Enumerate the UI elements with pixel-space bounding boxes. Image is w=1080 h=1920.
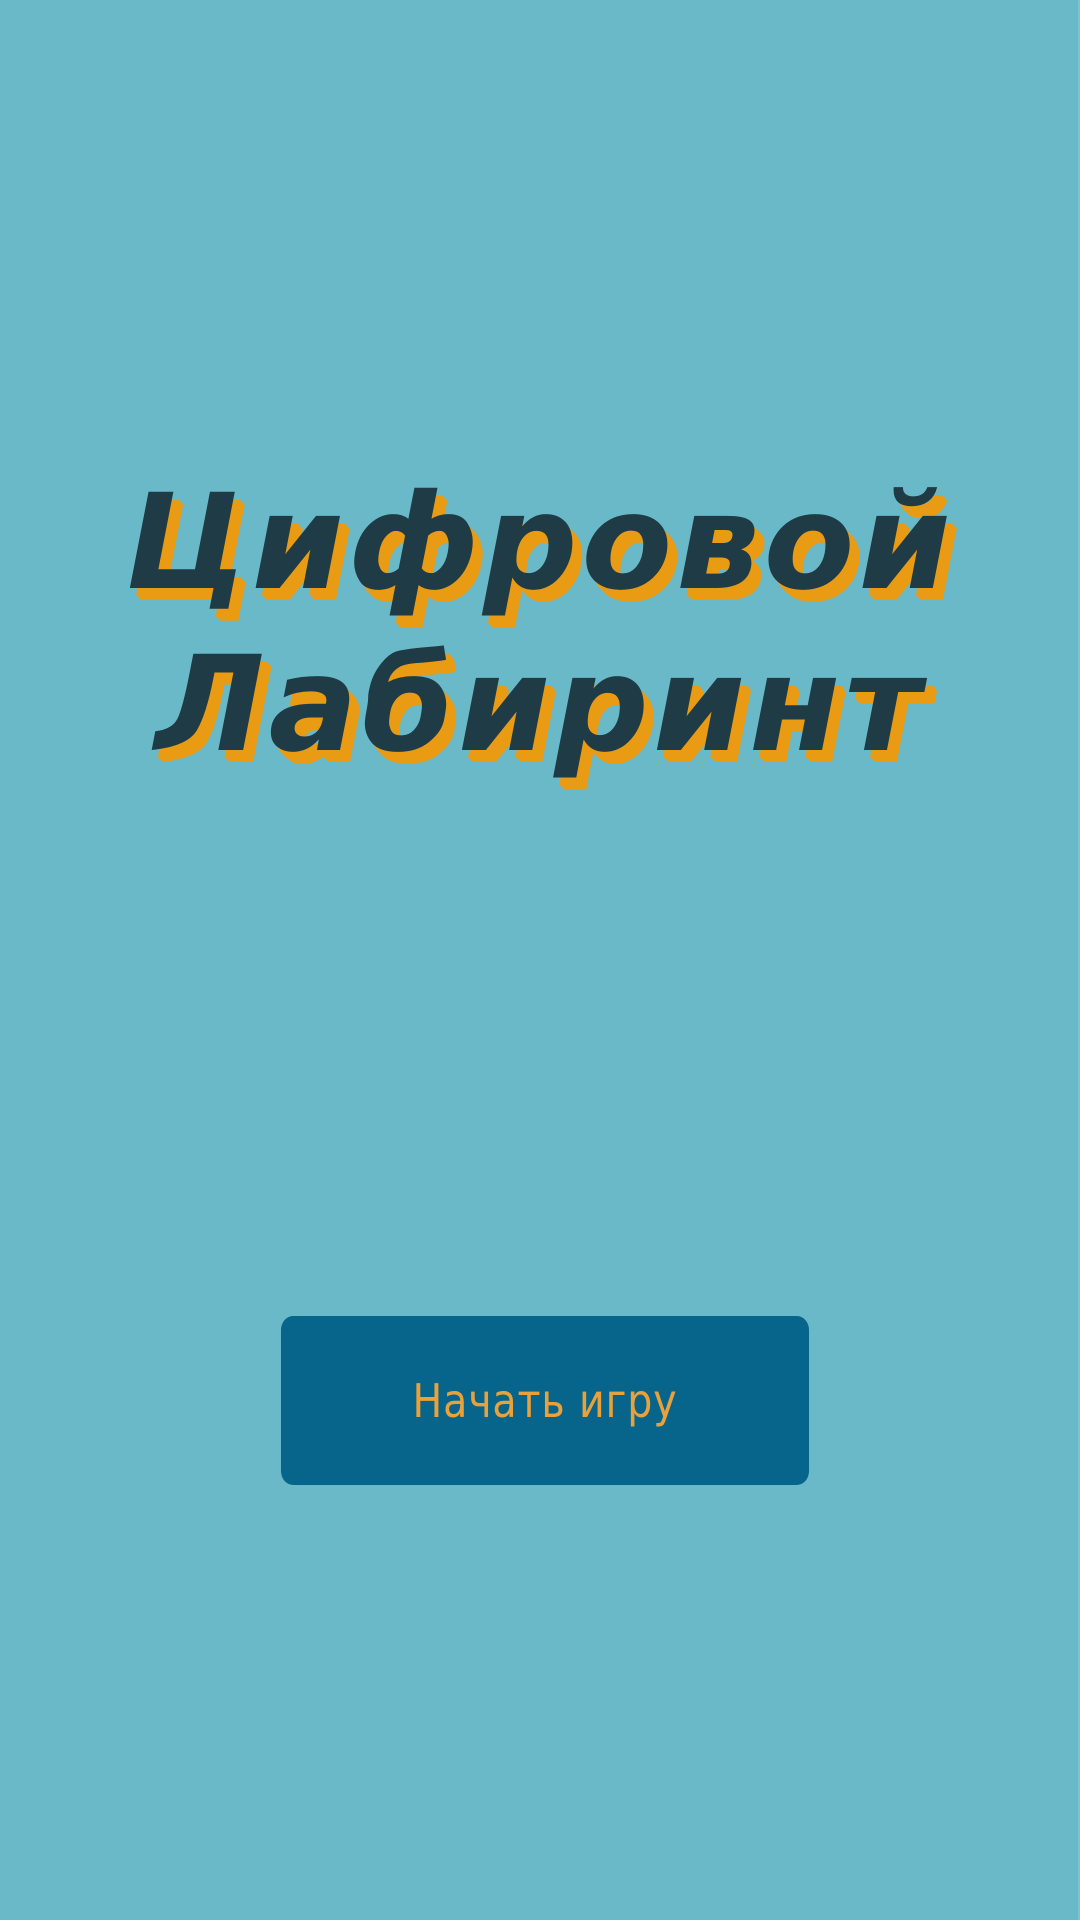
- start-screen: Цифровой Лабиринт Начать игру: [0, 0, 1080, 1920]
- start-game-button[interactable]: Начать игру: [280, 1316, 810, 1485]
- game-title-line-2: Лабиринт: [154, 628, 926, 782]
- game-title-line-1: Цифровой: [125, 466, 955, 620]
- start-game-button-label: Начать игру: [412, 1373, 678, 1428]
- game-title: Цифровой Лабиринт: [0, 462, 1080, 786]
